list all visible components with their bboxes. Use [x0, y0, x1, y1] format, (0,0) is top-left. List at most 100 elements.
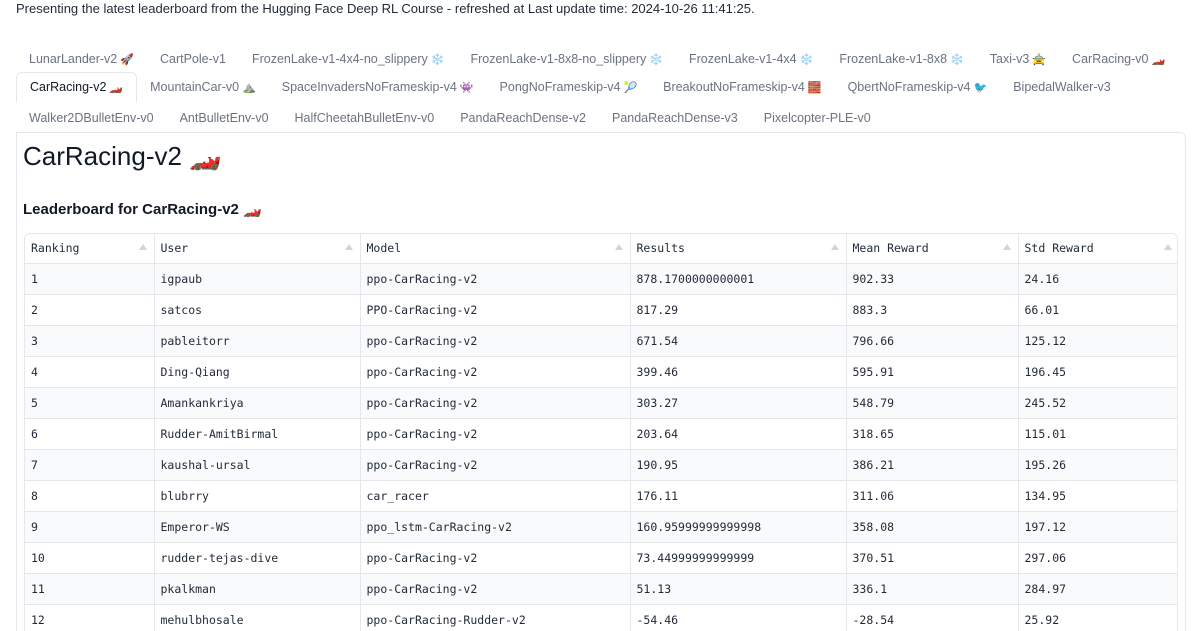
table-cell-results: 399.46 — [630, 356, 847, 388]
table-cell-model: ppo-CarRacing-v2 — [360, 356, 631, 388]
column-header-label: Model — [366, 241, 402, 256]
sort-arrow-icon[interactable] — [1002, 244, 1011, 250]
tab-pongnoframeskip-v4[interactable]: PongNoFrameskip-v4 🎾 — [487, 72, 651, 102]
tab-label: Taxi-v3 — [989, 52, 1030, 66]
table-cell-model: ppo-CarRacing-v2 — [360, 387, 631, 419]
table-cell-results: 303.27 — [630, 387, 847, 419]
table-cell-results: 176.11 — [630, 480, 847, 512]
tab-emoji-icon: 🚀 — [120, 53, 134, 66]
table-cell-std-reward: 196.45 — [1018, 356, 1177, 388]
table-cell-ranking: 3 — [25, 325, 155, 357]
table-cell-user: blubrry — [154, 480, 361, 512]
sort-arrow-icon[interactable] — [1164, 244, 1172, 250]
tab-cartpole-v1[interactable]: CartPole-v1 — [147, 44, 239, 74]
tab-pandareachdense-v3[interactable]: PandaReachDense-v3 — [599, 103, 751, 133]
tab-emoji-icon: 🧱 — [807, 81, 822, 94]
tab-label: MountainCar-v0 — [150, 80, 240, 94]
table-cell-ranking: 10 — [25, 542, 155, 574]
table-cell-user: rudder-tejas-dive — [154, 542, 361, 574]
table-cell-mean-reward: 386.21 — [846, 449, 1019, 481]
tab-carracing-v2[interactable]: CarRacing-v2 🏎️ — [16, 71, 138, 103]
table-cell-results: 817.29 — [630, 294, 847, 326]
tab-halfcheetahbulletenv-v0[interactable]: HalfCheetahBulletEnv-v0 — [282, 103, 448, 133]
table-row: 4 Ding-Qiang ppo-CarRacing-v2 399.46 595.91 1… — [25, 356, 1177, 388]
tab-bar-row-2: CarRacing-v2 🏎️ MountainCar-v0 ⛰️ SpaceInvad… — [16, 71, 1124, 103]
tab-label: FrozenLake-v1-4x4-no_slippery — [251, 52, 428, 66]
leaderboard-subtitle: Leaderboard for CarRacing-v2 🏎️ — [23, 201, 262, 218]
page-title: CarRacing-v2 🏎️ — [23, 141, 222, 171]
table-cell-std-reward: 134.95 — [1018, 480, 1177, 512]
column-header-model[interactable]: Model — [360, 234, 631, 264]
table-cell-model: ppo-CarRacing-v2 — [360, 263, 631, 295]
tab-label: BipedalWalker-v3 — [1013, 80, 1111, 94]
table-cell-user: Rudder-AmitBirmal — [154, 418, 361, 450]
table-cell-user: satcos — [154, 294, 361, 326]
tab-carracing-v0[interactable]: CarRacing-v0 🏎️ — [1059, 44, 1178, 74]
table-cell-results: -54.46 — [630, 604, 847, 631]
tab-emoji-icon: ❄️ — [950, 53, 964, 66]
table-cell-ranking: 1 — [25, 263, 155, 295]
table-cell-user: Ding-Qiang — [154, 356, 361, 388]
tab-frozenlake-v1-8x8[interactable]: FrozenLake-v1-8x8 ❄️ — [826, 44, 976, 74]
column-header-results[interactable]: Results — [630, 234, 847, 264]
tab-mountaincar-v0[interactable]: MountainCar-v0 ⛰️ — [137, 72, 269, 102]
tab-spaceinvadersnoframeskip-v4[interactable]: SpaceInvadersNoFrameskip-v4 👾 — [269, 72, 487, 102]
table-cell-mean-reward: 796.66 — [846, 325, 1019, 357]
tab-label: SpaceInvadersNoFrameskip-v4 — [281, 80, 457, 94]
table-cell-model: ppo_lstm-CarRacing-v2 — [360, 511, 631, 543]
column-header-std-reward[interactable]: Std Reward — [1018, 234, 1177, 264]
sort-arrow-icon[interactable] — [614, 244, 623, 250]
last-update-note: Presenting the latest leaderboard from t… — [16, 1, 755, 16]
tab-label: FrozenLake-v1-4x4 — [688, 52, 797, 66]
table-cell-ranking: 4 — [25, 356, 155, 388]
tab-pixelcopter-ple-v0[interactable]: Pixelcopter-PLE-v0 — [751, 103, 884, 133]
table-cell-results: 190.95 — [630, 449, 847, 481]
tab-taxi-v3[interactable]: Taxi-v3 🚖 — [977, 44, 1059, 74]
tab-frozenlake-v1-8x8-no-slippery[interactable]: FrozenLake-v1-8x8-no_slippery ❄️ — [457, 44, 675, 74]
sort-arrow-icon[interactable] — [830, 244, 839, 250]
table-cell-mean-reward: 902.33 — [846, 263, 1019, 295]
tab-frozenlake-v1-4x4[interactable]: FrozenLake-v1-4x4 ❄️ — [676, 44, 826, 74]
table-cell-model: ppo-CarRacing-v2 — [360, 325, 631, 357]
column-header-mean-reward[interactable]: Mean Reward — [846, 234, 1019, 264]
tab-label: PandaReachDense-v3 — [611, 111, 738, 125]
column-header-label: Results — [636, 241, 685, 256]
column-header-label: Ranking — [31, 241, 80, 256]
tab-bipedalwalker-v3[interactable]: BipedalWalker-v3 — [1000, 72, 1124, 102]
table-cell-mean-reward: 595.91 — [846, 356, 1019, 388]
table-cell-model: ppo-CarRacing-v2 — [360, 573, 631, 605]
table-cell-mean-reward: 318.65 — [846, 418, 1019, 450]
table-cell-mean-reward: 358.08 — [846, 511, 1019, 543]
tab-qbertnoframeskip-v4[interactable]: QbertNoFrameskip-v4 🐦 — [835, 72, 1001, 102]
table-row: 7 kaushal-ursal ppo-CarRacing-v2 190.95 386.… — [25, 449, 1177, 481]
table-cell-ranking: 12 — [25, 604, 155, 631]
table-cell-results: 73.44999999999999 — [630, 542, 847, 574]
sort-arrow-icon[interactable] — [138, 244, 147, 250]
table-cell-mean-reward: 370.51 — [846, 542, 1019, 574]
tab-bar-row-1: LunarLander-v2 🚀 CartPole-v1 FrozenLake-v1-… — [16, 44, 1178, 74]
table-cell-std-reward: 245.52 — [1018, 387, 1177, 419]
table-cell-user: mehulbhosale — [154, 604, 361, 631]
table-cell-std-reward: 125.12 — [1018, 325, 1177, 357]
tab-pandareachdense-v2[interactable]: PandaReachDense-v2 — [447, 103, 599, 133]
table-cell-std-reward: 297.06 — [1018, 542, 1177, 574]
column-header-ranking[interactable]: Ranking — [25, 234, 155, 264]
table-cell-results: 203.64 — [630, 418, 847, 450]
sort-arrow-icon[interactable] — [344, 244, 353, 250]
table-cell-ranking: 5 — [25, 387, 155, 419]
tab-antbulletenv-v0[interactable]: AntBulletEnv-v0 — [167, 103, 282, 133]
tab-lunarlander-v2[interactable]: LunarLander-v2 🚀 — [16, 44, 147, 74]
tab-frozenlake-v1-4x4-no-slippery[interactable]: FrozenLake-v1-4x4-no_slippery ❄️ — [239, 44, 457, 74]
table-cell-user: pkalkman — [154, 573, 361, 605]
tab-label: PongNoFrameskip-v4 — [499, 80, 621, 94]
tab-walker2dbulletenv-v0[interactable]: Walker2DBulletEnv-v0 — [16, 103, 167, 133]
table-cell-std-reward: 115.01 — [1018, 418, 1177, 450]
column-header-user[interactable]: User — [154, 234, 361, 264]
tab-label: BreakoutNoFrameskip-v4 — [663, 80, 805, 94]
tab-emoji-icon: 🚖 — [1032, 53, 1047, 66]
table-cell-std-reward: 24.16 — [1018, 263, 1177, 295]
table-cell-mean-reward: 336.1 — [846, 573, 1019, 605]
tab-breakoutnoframeskip-v4[interactable]: BreakoutNoFrameskip-v4 🧱 — [650, 72, 834, 102]
leaderboard-table: Ranking User Model Results Mean Reward Std Re… — [24, 233, 1178, 631]
tab-label: Pixelcopter-PLE-v0 — [763, 111, 871, 125]
